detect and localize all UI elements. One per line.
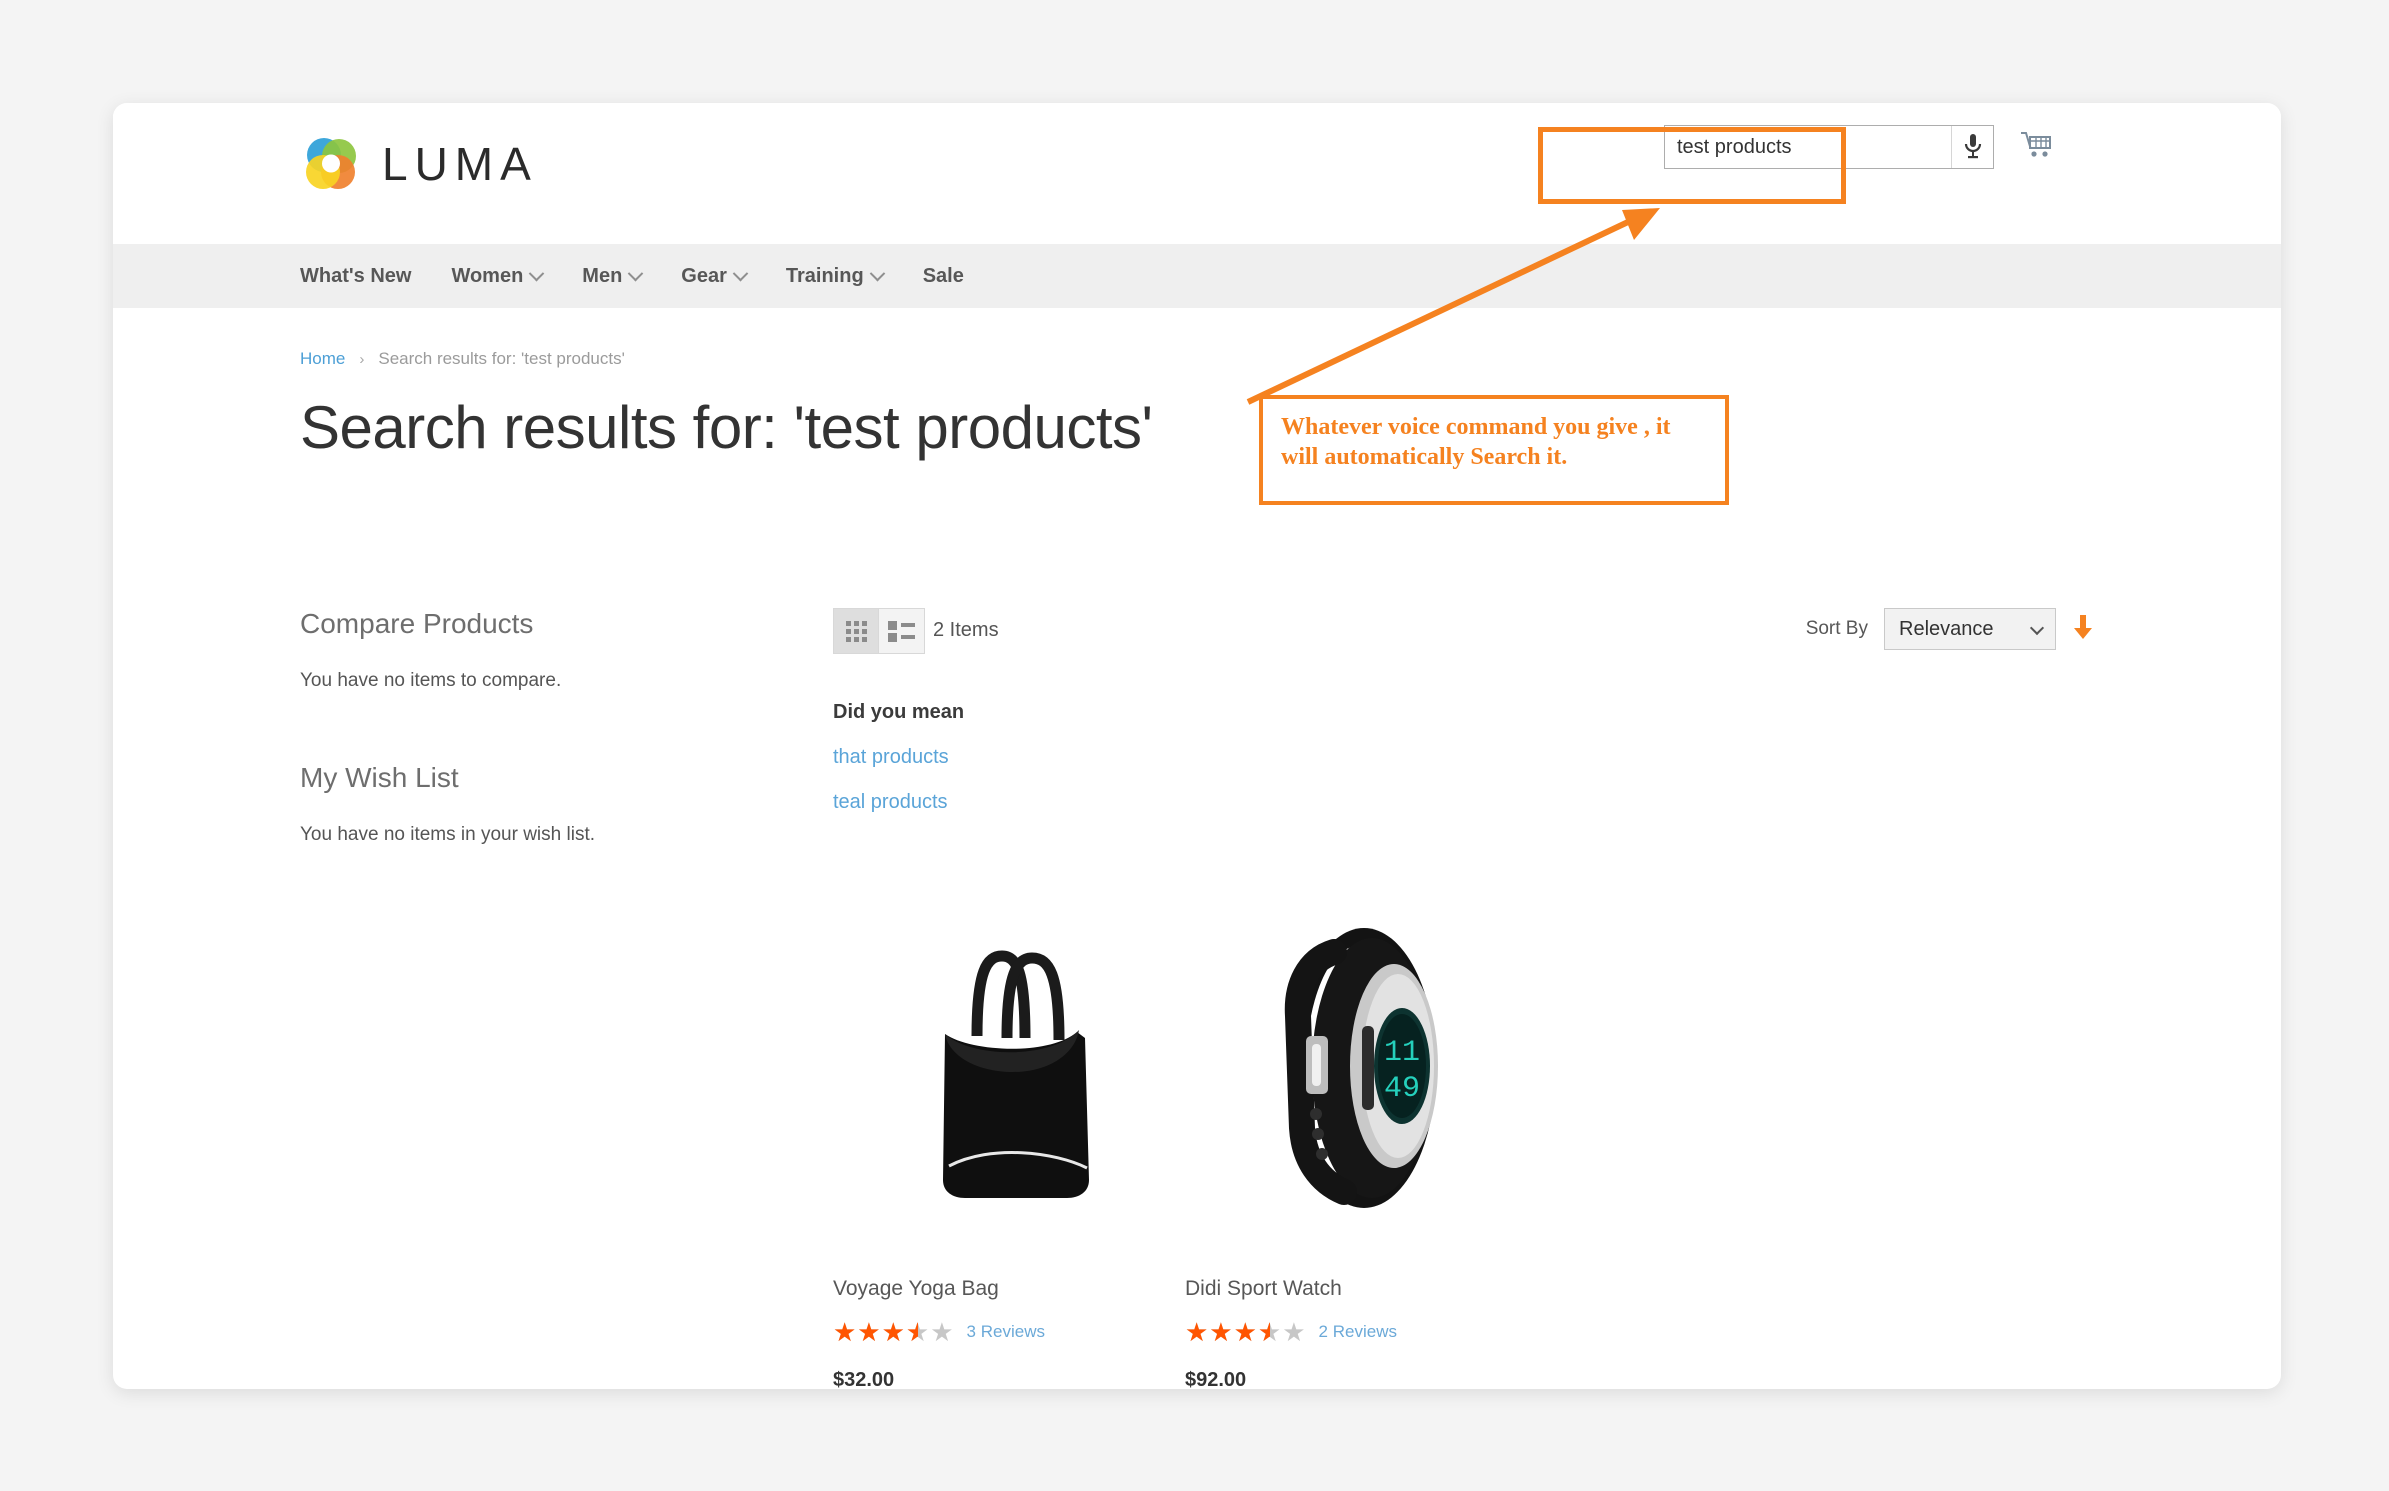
annotation-callout: Whatever voice command you give , it wil… — [1259, 395, 1729, 505]
sort-by-select[interactable]: Relevance — [1884, 608, 2056, 650]
svg-text:49: 49 — [1384, 1072, 1420, 1106]
reviews-link[interactable]: 2 Reviews — [1319, 1322, 1397, 1342]
did-you-mean-suggestion[interactable]: teal products — [833, 791, 964, 814]
microphone-icon — [1963, 133, 1983, 162]
did-you-mean-title: Did you mean — [833, 701, 965, 723]
shopping-cart-icon — [2020, 131, 2054, 164]
annotation-text: Whatever voice command you give , it wil… — [1281, 414, 1671, 470]
chevron-down-icon — [869, 265, 885, 281]
product-image-link[interactable] — [833, 903, 1185, 1233]
search-box — [1664, 125, 1994, 169]
nav-label: Men — [582, 264, 623, 287]
breadcrumb-home-link[interactable]: Home — [300, 349, 345, 369]
product-price: $32.00 — [833, 1369, 895, 1389]
nav-label: Sale — [922, 264, 964, 287]
nav-label: What's New — [300, 264, 412, 287]
nav-item-sale[interactable]: Sale — [923, 265, 964, 288]
reviews-link[interactable]: 3 Reviews — [967, 1322, 1045, 1342]
nav-item-women[interactable]: Women — [451, 264, 545, 288]
microphone-button[interactable] — [1951, 126, 1993, 168]
did-you-mean-suggestion[interactable]: that products — [833, 746, 964, 769]
nav-item-training[interactable]: Training — [785, 264, 885, 288]
grid-view-icon — [845, 620, 867, 642]
breadcrumb-current: Search results for: 'test products' — [378, 349, 625, 368]
product-image-link[interactable]: 11 49 — [1185, 903, 1537, 1233]
black-sport-watch-image-icon: 11 49 — [1246, 908, 1476, 1233]
view-mode-switcher — [833, 608, 925, 654]
product-price: $92.00 — [1185, 1369, 1247, 1389]
main-navigation: What's New Women Men Gear Training Sale — [113, 244, 2281, 308]
sort-by-label: Sort By — [1805, 618, 1868, 639]
nav-item-whats-new[interactable]: What's New — [300, 265, 411, 288]
nav-item-men[interactable]: Men — [582, 264, 644, 288]
black-tote-bag-image-icon — [899, 908, 1119, 1233]
sort-select-wrapper: Relevance — [1884, 608, 2056, 650]
star-rating-icon: ★★★★★ ★★★★★ — [1185, 1317, 1307, 1347]
product-grid: Voyage Yoga Bag ★★★★★ ★★★★★ 3 Reviews $3… — [833, 903, 1537, 1389]
list-view-button[interactable] — [879, 608, 925, 654]
chevron-down-icon — [529, 265, 545, 281]
page-title: Search results for: 'test products' — [300, 394, 1153, 461]
nav-label: Gear — [681, 264, 727, 287]
svg-text:11: 11 — [1384, 1036, 1420, 1070]
sidebar: Compare Products You have no items to co… — [300, 608, 680, 916]
product-name[interactable]: Didi Sport Watch — [1185, 1277, 1537, 1301]
product-item: 11 49 Didi Sport Watch ★★★★★ ★★★ 2 Revie… — [1185, 903, 1537, 1389]
site-header: LUMA — [113, 103, 2281, 244]
breadcrumb: Home › Search results for: 'test product… — [300, 349, 625, 369]
product-item: Voyage Yoga Bag ★★★★★ ★★★★★ 3 Reviews $3… — [833, 903, 1185, 1389]
sort-descending-arrow-icon — [2072, 613, 2094, 646]
wishlist-empty-text: You have no items in your wish list. — [300, 824, 596, 845]
items-count: 2 Items — [933, 619, 999, 641]
nav-label: Women — [451, 264, 524, 287]
grid-view-button[interactable] — [833, 608, 879, 654]
compare-products-empty-text: You have no items to compare. — [300, 670, 562, 691]
nav-label: Training — [785, 264, 864, 287]
list-view-icon — [888, 620, 915, 642]
did-you-mean-block: Did you mean that products teal products — [833, 701, 964, 814]
luma-rings-logo-icon — [300, 133, 362, 195]
browser-page-card: LUMA test products What's New Women Men … — [113, 103, 2281, 1389]
sort-controls: Sort By Relevance — [1806, 608, 2094, 650]
results-toolbar: 2 Items Sort By Relevance — [833, 608, 2094, 654]
wishlist-title: My Wish List — [300, 762, 459, 793]
chevron-down-icon — [732, 265, 749, 281]
brand-name: LUMA — [382, 138, 538, 190]
product-name[interactable]: Voyage Yoga Bag — [833, 1277, 1185, 1301]
search-area — [1664, 125, 2054, 169]
star-rating-icon: ★★★★★ ★★★★★ — [833, 1317, 955, 1347]
search-input[interactable] — [1665, 126, 1951, 168]
sort-direction-button[interactable] — [2072, 613, 2094, 646]
nav-item-gear[interactable]: Gear — [681, 264, 749, 288]
chevron-down-icon — [628, 265, 644, 281]
site-logo[interactable]: LUMA — [300, 133, 538, 195]
product-rating: ★★★★★ ★★★★★ 2 Reviews — [1185, 1319, 1537, 1345]
product-rating: ★★★★★ ★★★★★ 3 Reviews — [833, 1319, 1185, 1345]
breadcrumb-separator-icon: › — [359, 350, 365, 368]
compare-products-title: Compare Products — [300, 608, 534, 639]
cart-button[interactable] — [2020, 131, 2054, 164]
